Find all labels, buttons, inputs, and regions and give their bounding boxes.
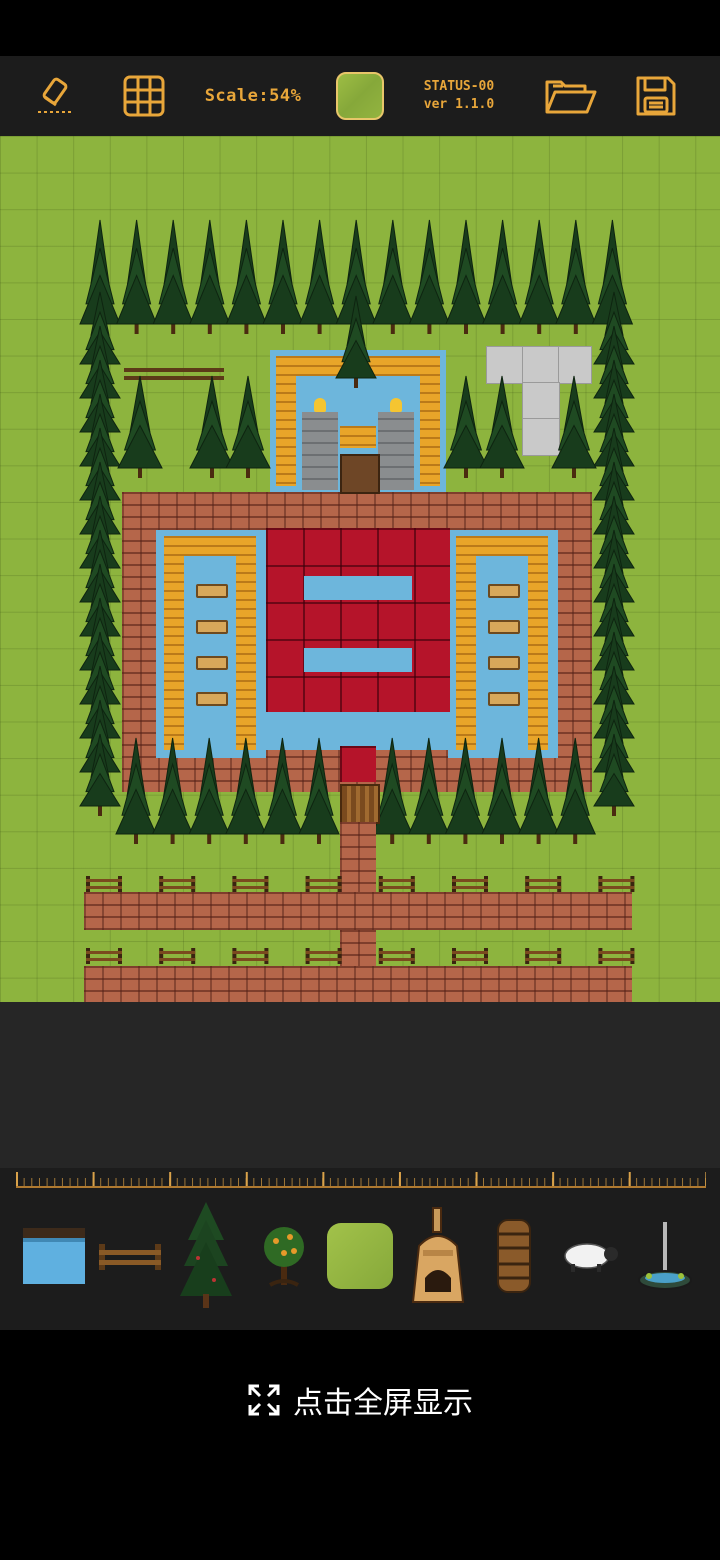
fence-segment: [452, 876, 488, 892]
map-canvas[interactable]: [0, 136, 720, 1002]
palette-grass-tile[interactable]: [324, 1196, 396, 1316]
folder-open-icon: [545, 80, 597, 114]
fence-segment: [525, 948, 562, 964]
current-tile-swatch: [336, 72, 384, 120]
status-text: STATUS-00: [423, 79, 495, 94]
top-toolbar: Scale:54% STATUS-00 ver 1.1.0: [0, 56, 720, 136]
fence-segment: [525, 876, 562, 892]
fullscreen-label: 点击全屏显示: [293, 1386, 473, 1421]
fullscreen-bar: 点击全屏显示: [0, 1330, 720, 1560]
eraser-icon: [38, 77, 74, 113]
fence-rows: [86, 876, 635, 964]
palette-wooden-barrel[interactable]: [478, 1196, 550, 1316]
fountain-icon: [638, 1222, 692, 1290]
palette-sheep[interactable]: [554, 1196, 626, 1316]
palette-water-tile[interactable]: [18, 1196, 90, 1316]
eraser-button[interactable]: [24, 56, 88, 136]
expand-arrows-icon: [248, 1384, 280, 1416]
palette-scroll-ruler[interactable]: [16, 1172, 706, 1188]
scale-label: Scale:54%: [204, 86, 302, 106]
kiln-icon: [411, 1207, 465, 1303]
fence-segment: [159, 876, 196, 892]
wooden-fence-icon: [99, 1244, 161, 1270]
fence-segment: [232, 876, 269, 892]
open-file-button[interactable]: [538, 56, 602, 136]
water-tile-icon: [23, 1228, 85, 1284]
palette-pine-tree[interactable]: [170, 1196, 242, 1316]
save-button[interactable]: [626, 56, 686, 136]
palette-wooden-fence[interactable]: [94, 1196, 166, 1316]
wooden-barrel-icon: [497, 1219, 531, 1293]
scale-readout[interactable]: Scale:54%: [196, 56, 310, 136]
grass-tile-icon: [327, 1223, 393, 1289]
app-root: Scale:54% STATUS-00 ver 1.1.0 点击全屏显示: [0, 0, 720, 1560]
fence-segment: [232, 948, 269, 964]
fence-segment: [159, 948, 196, 964]
palette-kiln[interactable]: [402, 1196, 474, 1316]
fence-segment: [86, 948, 122, 964]
sheep-icon: [564, 1243, 618, 1272]
fence-segment: [305, 948, 342, 964]
fence-segment: [305, 876, 342, 892]
empty-panel: [0, 1002, 720, 1168]
tile-palette: [0, 1168, 720, 1330]
palette-fruit-tree[interactable]: [248, 1196, 320, 1316]
fruit-tree-icon: [264, 1227, 304, 1287]
current-tile-button[interactable]: [332, 56, 388, 136]
fence-segment: [598, 876, 635, 892]
grid-icon: [123, 75, 165, 117]
grid-toggle-button[interactable]: [112, 56, 176, 136]
version-text: ver 1.1.0: [423, 97, 495, 112]
save-disk-icon: [636, 76, 676, 116]
fence-segment: [598, 948, 635, 964]
fullscreen-button[interactable]: 点击全屏显示: [0, 1376, 720, 1424]
fence-segment: [378, 948, 415, 964]
fence-segment: [86, 876, 122, 892]
status-info: STATUS-00 ver 1.1.0: [404, 56, 514, 136]
palette-fountain[interactable]: [630, 1196, 702, 1316]
fence-segment: [452, 948, 488, 964]
fence-segment: [378, 876, 415, 892]
pine-tree-icon: [180, 1202, 232, 1308]
